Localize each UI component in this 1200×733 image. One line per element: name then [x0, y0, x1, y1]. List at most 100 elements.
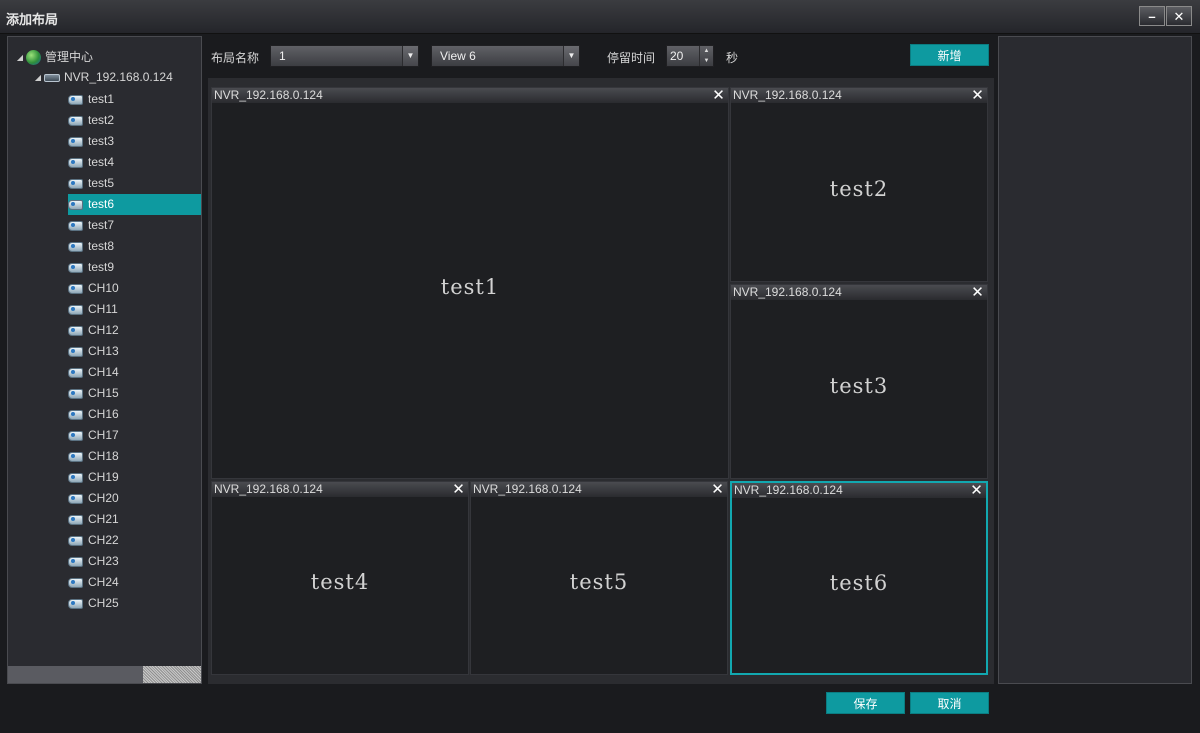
view-mode-value: View 6: [440, 49, 476, 63]
minimize-icon: –: [1148, 8, 1156, 24]
tree-item-test4[interactable]: test4: [68, 152, 201, 173]
tree-item-label: CH20: [88, 491, 119, 505]
close-icon[interactable]: ✕: [710, 482, 725, 497]
cell-channel-name: test2: [829, 177, 889, 201]
tree-item-test8[interactable]: test8: [68, 236, 201, 257]
scrollbar-thumb[interactable]: [8, 666, 143, 683]
tree-item-label: CH11: [88, 302, 118, 316]
camera-icon: [68, 388, 84, 400]
device-tree: ◢ 管理中心 ◢ NVR_192.168.0.124 test1 test2 tes…: [7, 36, 202, 684]
tree-item-test2[interactable]: test2: [68, 110, 201, 131]
video-cell-test3[interactable]: NVR_192.168.0.124 ✕ test3: [730, 284, 988, 479]
tree-item-label: test6: [88, 197, 115, 211]
tree-item-label: test2: [88, 113, 115, 127]
camera-icon: [68, 199, 84, 211]
tree-item-ch14[interactable]: CH14: [68, 362, 201, 383]
tree-node-nvr[interactable]: ◢ NVR_192.168.0.124: [32, 67, 173, 88]
layout-name-value: 1: [279, 49, 286, 63]
tree-item-ch24[interactable]: CH24: [68, 572, 201, 593]
cell-header: NVR_192.168.0.124 ✕: [731, 88, 987, 103]
cell-source-label: NVR_192.168.0.124: [733, 285, 842, 299]
camera-icon: [68, 535, 84, 547]
chevron-down-icon[interactable]: ▼: [402, 46, 418, 66]
tree-item-ch12[interactable]: CH12: [68, 320, 201, 341]
tree-item-ch20[interactable]: CH20: [68, 488, 201, 509]
close-icon[interactable]: ✕: [970, 88, 985, 103]
tree-item-test5[interactable]: test5: [68, 173, 201, 194]
tree-item-ch15[interactable]: CH15: [68, 383, 201, 404]
video-cell-test5[interactable]: NVR_192.168.0.124 ✕ test5: [470, 481, 728, 675]
tree-item-ch22[interactable]: CH22: [68, 530, 201, 551]
tree-horizontal-scrollbar[interactable]: [8, 666, 201, 683]
tree-item-label: CH14: [88, 365, 119, 379]
layout-name-combo[interactable]: 1 ▼: [270, 45, 419, 67]
tree-item-ch17[interactable]: CH17: [68, 425, 201, 446]
chevron-down-icon[interactable]: ▼: [563, 46, 579, 66]
tree-item-test6[interactable]: test6: [68, 194, 201, 215]
tree-item-ch13[interactable]: CH13: [68, 341, 201, 362]
camera-icon: [68, 325, 84, 337]
cell-header: NVR_192.168.0.124 ✕: [212, 482, 468, 497]
camera-icon: [68, 514, 84, 526]
dwell-unit-label: 秒: [726, 51, 739, 65]
right-panel: [998, 36, 1192, 684]
cell-channel-name: test1: [440, 275, 500, 299]
minimize-button[interactable]: –: [1139, 6, 1165, 26]
cell-channel-name: test3: [829, 374, 889, 398]
nvr-device-icon: [44, 73, 60, 82]
spin-up-icon[interactable]: ▲: [699, 46, 713, 56]
tree-item-ch11[interactable]: CH11: [68, 299, 201, 320]
tree-item-test1[interactable]: test1: [68, 89, 201, 110]
tree-item-label: CH24: [88, 575, 119, 589]
tree-item-ch19[interactable]: CH19: [68, 467, 201, 488]
tree-nvr-label: NVR_192.168.0.124: [64, 70, 173, 84]
scrollbar-track[interactable]: [143, 666, 201, 683]
close-window-button[interactable]: ✕: [1166, 6, 1192, 26]
cell-channel-name: test4: [310, 570, 370, 594]
globe-icon: [26, 50, 41, 65]
tree-item-label: test3: [88, 134, 115, 148]
camera-icon: [68, 262, 84, 274]
tree-item-label: CH25: [88, 596, 119, 610]
cancel-button[interactable]: 取消: [910, 692, 989, 714]
tree-item-ch18[interactable]: CH18: [68, 446, 201, 467]
camera-icon: [68, 346, 84, 358]
cell-source-label: NVR_192.168.0.124: [473, 482, 582, 496]
tree-item-label: test7: [88, 218, 115, 232]
tree-item-label: CH19: [88, 470, 119, 484]
add-button[interactable]: 新增: [910, 44, 989, 66]
expand-arrow-icon[interactable]: ◢: [32, 67, 44, 88]
camera-icon: [68, 598, 84, 610]
tree-item-ch10[interactable]: CH10: [68, 278, 201, 299]
video-cell-test4[interactable]: NVR_192.168.0.124 ✕ test4: [211, 481, 469, 675]
tree-root-management-center[interactable]: ◢ 管理中心: [14, 47, 93, 68]
camera-icon: [68, 94, 84, 106]
video-cell-test1[interactable]: NVR_192.168.0.124 ✕ test1: [211, 87, 729, 479]
window-title: 添加布局: [6, 12, 59, 27]
cell-channel-name: test5: [569, 570, 629, 594]
close-icon[interactable]: ✕: [711, 88, 726, 103]
close-icon[interactable]: ✕: [451, 482, 466, 497]
tree-item-ch25[interactable]: CH25: [68, 593, 201, 614]
expand-arrow-icon[interactable]: ◢: [14, 47, 26, 68]
tree-item-ch16[interactable]: CH16: [68, 404, 201, 425]
cell-header: NVR_192.168.0.124 ✕: [471, 482, 727, 497]
dwell-time-stepper[interactable]: 20 ▲ ▼: [666, 45, 714, 67]
tree-item-test3[interactable]: test3: [68, 131, 201, 152]
tree-item-ch21[interactable]: CH21: [68, 509, 201, 530]
tree-item-ch23[interactable]: CH23: [68, 551, 201, 572]
close-icon[interactable]: ✕: [970, 285, 985, 300]
video-cell-test6[interactable]: NVR_192.168.0.124 ✕ test6: [730, 481, 988, 675]
tree-item-test7[interactable]: test7: [68, 215, 201, 236]
tree-item-test9[interactable]: test9: [68, 257, 201, 278]
video-cell-test2[interactable]: NVR_192.168.0.124 ✕ test2: [730, 87, 988, 282]
title-bar: 添加布局 – ✕: [0, 0, 1200, 34]
cell-header: NVR_192.168.0.124 ✕: [731, 285, 987, 300]
camera-icon: [68, 220, 84, 232]
spin-down-icon[interactable]: ▼: [699, 56, 713, 66]
close-icon: ✕: [1173, 8, 1185, 24]
close-icon[interactable]: ✕: [969, 483, 984, 498]
view-mode-combo[interactable]: View 6 ▼: [431, 45, 580, 67]
camera-icon: [68, 157, 84, 169]
save-button[interactable]: 保存: [826, 692, 905, 714]
